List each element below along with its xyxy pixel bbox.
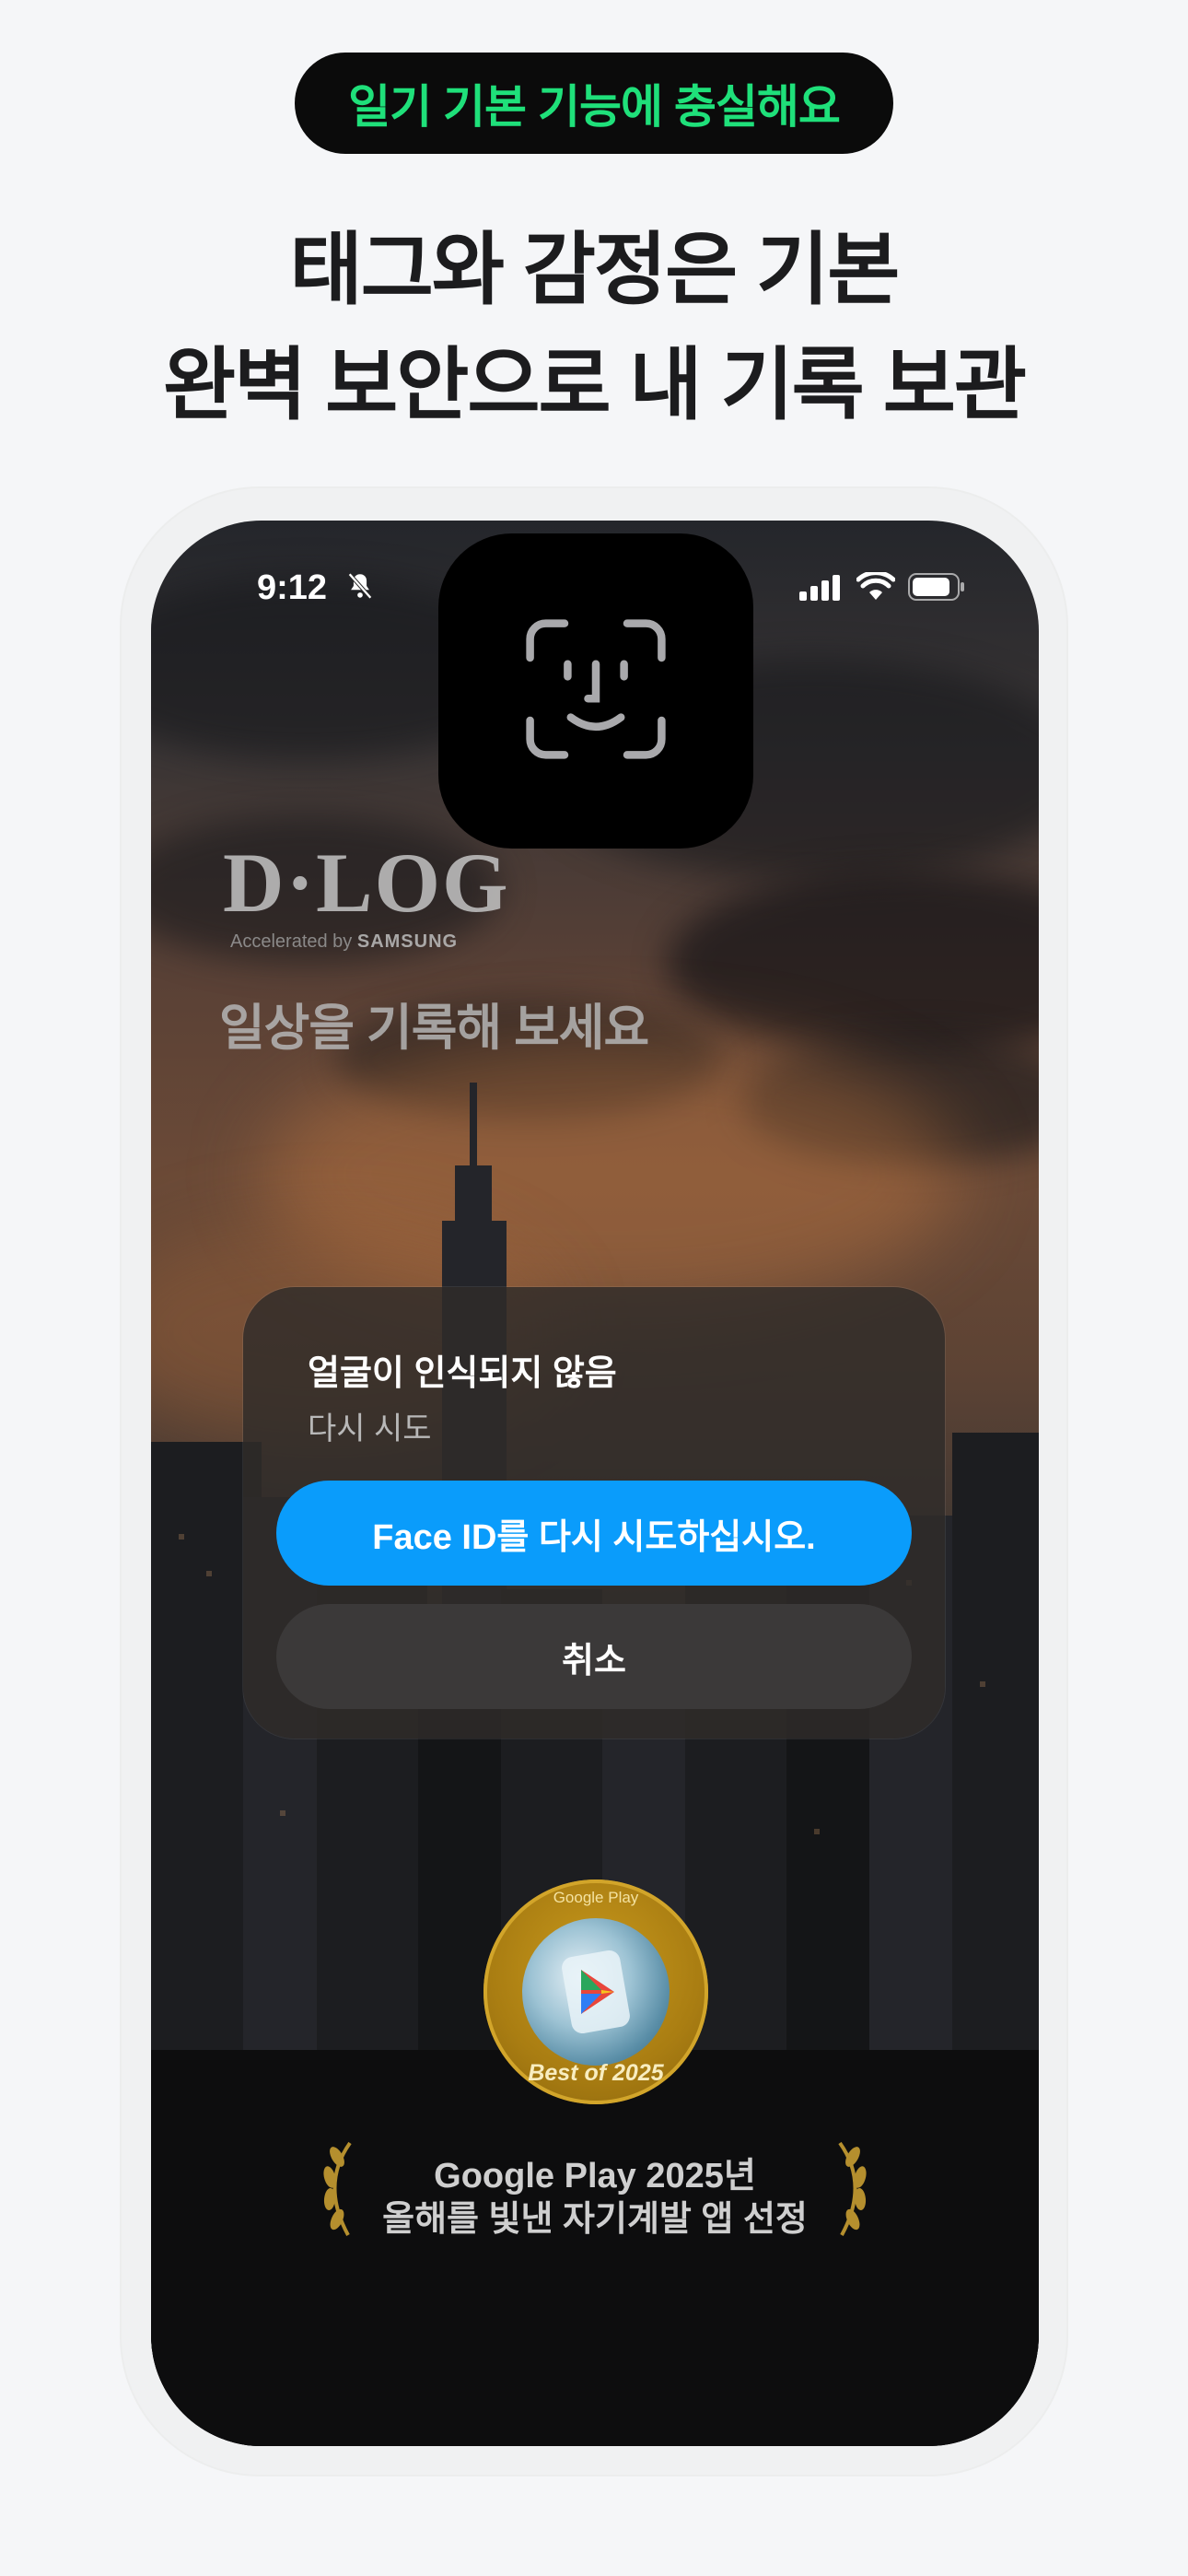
feature-pill: 일기 기본 기능에 충실해요 xyxy=(295,53,893,154)
bell-slash-icon xyxy=(344,570,376,606)
faceid-indicator xyxy=(438,533,753,849)
google-play-award-badge: Google Play Best of 2025 xyxy=(483,1879,708,2104)
dialog-title: 얼굴이 인식되지 않음 xyxy=(308,1354,617,1393)
face-id-icon xyxy=(518,611,674,772)
cancel-button[interactable]: 취소 xyxy=(276,1604,912,1709)
award-text-line-2: 올해를 빛낸 자기계발 앱 선정 xyxy=(382,2200,808,2239)
headline-line-2: 완벽 보안으로 내 기록 보관 xyxy=(163,341,1027,429)
wifi-icon xyxy=(856,570,896,606)
signal-icon xyxy=(799,573,844,605)
app-tagline: 일상을 기록해 보세요 xyxy=(219,1001,649,1056)
headline-line-1: 태그와 감정은 기본 xyxy=(289,226,901,314)
badge-top-text: Google Play xyxy=(553,1889,639,1906)
retry-faceid-button[interactable]: Face ID를 다시 시도하십시오. xyxy=(276,1481,912,1586)
google-play-icon xyxy=(522,1918,670,2066)
dialog-subtitle: 다시 시도 xyxy=(308,1411,432,1446)
logo-subtitle: Accelerated by SAMSUNG xyxy=(230,931,459,952)
phone-screen: 9:12 D·LOG Accelerated by SAMSUNG 일상을 기록… xyxy=(151,521,1039,2446)
app-logo: D·LOG xyxy=(223,836,510,930)
faceid-error-dialog: 얼굴이 인식되지 않음 다시 시도 Face ID를 다시 시도하십시오. 취소 xyxy=(243,1287,945,1739)
battery-icon xyxy=(908,573,965,605)
status-time: 9:12 xyxy=(257,568,328,607)
badge-bottom-text: Best of 2025 xyxy=(528,2060,664,2086)
